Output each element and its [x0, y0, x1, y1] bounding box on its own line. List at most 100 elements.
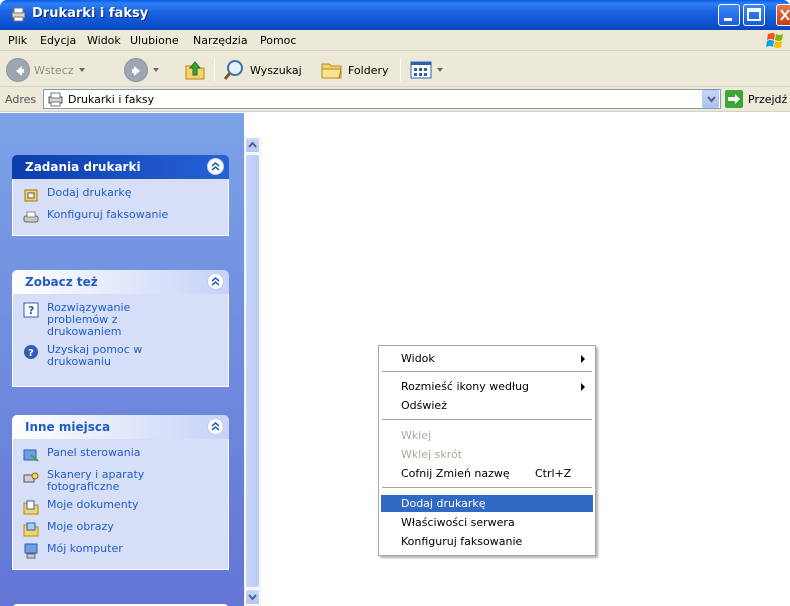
minimize-icon: [724, 18, 732, 21]
panel-header[interactable]: Zobacz też: [12, 270, 229, 294]
close-button[interactable]: [776, 4, 790, 26]
double-chevron-up-icon: [211, 422, 220, 431]
ctx-label: Wklej: [401, 429, 432, 442]
ctx-label: Odśwież: [401, 399, 447, 412]
svg-text:?: ?: [28, 304, 34, 317]
menu-edit[interactable]: Edycja: [40, 34, 76, 47]
back-label: Wstecz: [34, 63, 74, 77]
panel-header[interactable]: Zadania drukarki: [12, 155, 229, 179]
search-button[interactable]: Wyszukaj: [222, 57, 302, 83]
chevron-down-icon: [248, 594, 257, 601]
back-button[interactable]: Wstecz: [6, 57, 85, 83]
task-add-printer[interactable]: Dodaj drukarkę: [23, 187, 218, 203]
chevron-down-icon: [707, 96, 716, 103]
help-question-icon: ?: [23, 302, 39, 318]
ctx-label: Konfiguruj faksowanie: [401, 535, 523, 548]
close-icon: [780, 9, 790, 21]
forward-button[interactable]: [124, 57, 159, 83]
panel-title: Zobacz też: [25, 275, 98, 289]
menu-tools[interactable]: Narzędzia: [193, 34, 248, 47]
views-dropdown-icon[interactable]: [437, 68, 443, 72]
minimize-button[interactable]: [718, 4, 740, 26]
ctx-label: Dodaj drukarkę: [401, 497, 486, 510]
panel-title: Zadania drukarki: [25, 160, 141, 174]
place-label: Moje obrazy: [47, 520, 114, 533]
ctx-item-add-printer[interactable]: Dodaj drukarkę: [381, 495, 593, 512]
up-folder-button[interactable]: [183, 57, 207, 83]
go-label[interactable]: Przejdź: [748, 93, 787, 106]
collapse-button[interactable]: [207, 273, 224, 290]
address-value: Drukarki i faksy: [68, 93, 155, 106]
menu-bar: Plik Edycja Widok Ulubione Narzędzia Pom…: [0, 30, 790, 51]
task-get-help-printing[interactable]: ? Uzyskaj pomoc w drukowaniu: [23, 344, 218, 368]
menu-file[interactable]: Plik: [8, 34, 27, 47]
ctx-item-view[interactable]: Widok: [381, 350, 593, 367]
ctx-item-refresh[interactable]: Odśwież: [381, 397, 593, 414]
place-my-documents[interactable]: Moje dokumenty: [23, 499, 218, 515]
ctx-item-arrange-icons[interactable]: Rozmieść ikony według: [381, 378, 593, 395]
place-my-pictures[interactable]: Moje obrazy: [23, 521, 218, 537]
collapse-button[interactable]: [207, 158, 224, 175]
address-bar: Adres Drukarki i faksy Przejdź: [0, 87, 790, 112]
up-folder-icon: [185, 61, 205, 80]
task-troubleshoot-printing[interactable]: ? Rozwiązywanie problemów z drukowaniem: [23, 302, 218, 338]
back-dropdown-icon[interactable]: [78, 68, 85, 72]
help-circle-icon: ?: [24, 345, 38, 359]
go-button[interactable]: [725, 90, 743, 108]
folders-button[interactable]: Foldery: [320, 57, 389, 83]
title-bar[interactable]: Drukarki i faksy: [0, 0, 790, 30]
context-menu: Widok Rozmieść ikony według Odśwież Wkle…: [378, 345, 596, 556]
panel-body: Dodaj drukarkę Konfiguruj faksowanie: [12, 179, 229, 236]
panel-see-also: Zobacz też ? Rozwiązywanie problemów z d…: [12, 270, 229, 387]
scroll-up-button[interactable]: [245, 137, 260, 153]
task-label: Rozwiązywanie problemów z drukowaniem: [47, 301, 131, 338]
panel-body: Panel sterowania Skanery i aparaty fotog…: [12, 439, 229, 570]
ctx-separator: [382, 487, 592, 488]
ctx-separator: [382, 371, 592, 372]
address-input[interactable]: Drukarki i faksy: [43, 89, 721, 109]
panel-other-places: Inne miejsca Panel sterowania Skanery i …: [12, 415, 229, 570]
control-panel-icon: [23, 449, 39, 462]
forward-dropdown-icon[interactable]: [153, 68, 159, 72]
back-arrow-icon: [6, 58, 30, 82]
task-pane-scrollbar[interactable]: [244, 137, 261, 606]
address-dropdown-button[interactable]: [702, 90, 719, 108]
scanner-camera-icon: [23, 472, 39, 483]
ctx-item-configure-fax[interactable]: Konfiguruj faksowanie: [381, 533, 593, 550]
maximize-button[interactable]: [743, 4, 765, 26]
ctx-label: Rozmieść ikony według: [401, 380, 530, 393]
double-chevron-up-icon: [211, 277, 220, 286]
add-printer-icon: [24, 189, 38, 202]
collapse-button[interactable]: [207, 418, 224, 435]
toolbar: Wstecz Wyszukaj Foldery: [0, 51, 790, 87]
scroll-thumb[interactable]: [245, 154, 260, 588]
folders-label: Foldery: [348, 63, 389, 77]
go-arrow-icon: [728, 94, 740, 104]
ctx-item-undo-rename[interactable]: Cofnij Zmień nazwę Ctrl+Z: [381, 465, 593, 482]
menu-view[interactable]: Widok: [87, 34, 121, 47]
place-label: Moje dokumenty: [47, 498, 139, 511]
printer-fax-icon: [11, 7, 26, 22]
menu-favorites[interactable]: Ulubione: [130, 34, 179, 47]
double-chevron-up-icon: [211, 162, 220, 171]
ctx-item-paste: Wklej: [381, 427, 593, 444]
ctx-item-paste-shortcut: Wklej skrót: [381, 446, 593, 463]
search-icon: [223, 60, 243, 80]
ctx-label: Właściwości serwera: [401, 516, 515, 529]
maximize-icon: [747, 8, 761, 21]
views-button[interactable]: [410, 57, 443, 83]
place-control-panel[interactable]: Panel sterowania: [23, 447, 218, 463]
ctx-label: Wklej skrót: [401, 448, 463, 461]
my-documents-icon: [23, 500, 39, 515]
task-configure-fax[interactable]: Konfiguruj faksowanie: [23, 209, 218, 225]
submenu-arrow-icon: [581, 355, 585, 363]
place-scanners-cameras[interactable]: Skanery i aparaty fotograficzne: [23, 469, 218, 493]
menu-help[interactable]: Pomoc: [260, 34, 296, 47]
panel-header[interactable]: Inne miejsca: [12, 415, 229, 439]
panel-title: Inne miejsca: [25, 420, 111, 434]
printer-fax-icon: [48, 92, 63, 107]
ctx-item-server-properties[interactable]: Właściwości serwera: [381, 514, 593, 531]
scroll-down-button[interactable]: [245, 589, 260, 605]
place-my-computer[interactable]: Mój komputer: [23, 543, 218, 559]
task-pane: Zadania drukarki Dodaj drukarkę Konfigur…: [0, 113, 244, 606]
